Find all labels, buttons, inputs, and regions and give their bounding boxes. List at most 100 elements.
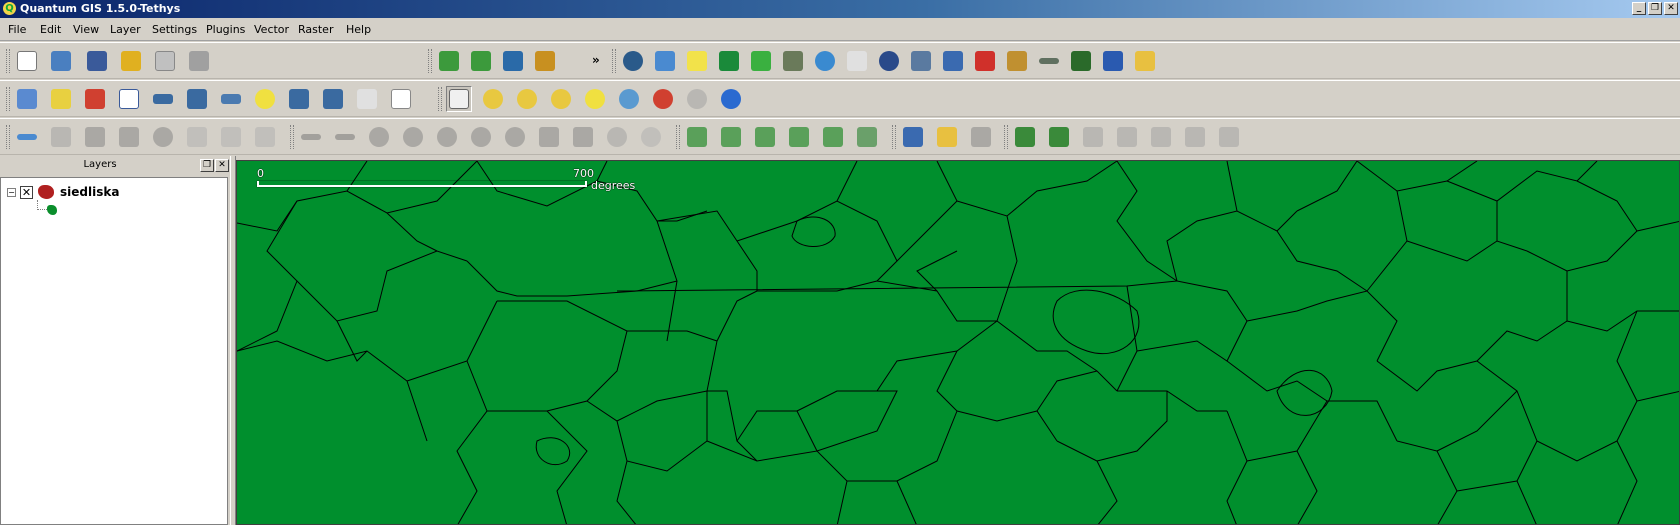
print-composer-button[interactable] bbox=[152, 48, 178, 74]
refresh-button[interactable] bbox=[718, 86, 744, 112]
toolbar-grip[interactable] bbox=[6, 49, 10, 73]
map-settings-button[interactable] bbox=[820, 124, 846, 150]
toolbar-grip[interactable] bbox=[290, 125, 294, 149]
node-tool-button[interactable] bbox=[116, 124, 142, 150]
remove-map-button[interactable] bbox=[786, 124, 812, 150]
grass-close-mapset-button[interactable] bbox=[968, 124, 994, 150]
3d-plugin-button[interactable] bbox=[748, 48, 774, 74]
paste-features-button[interactable] bbox=[252, 124, 278, 150]
add-part-button[interactable] bbox=[434, 124, 460, 150]
measure-area-button[interactable] bbox=[184, 86, 210, 112]
add-vector-layer-button[interactable] bbox=[436, 48, 462, 74]
attribute-table-button[interactable] bbox=[116, 86, 142, 112]
georef-map-button[interactable] bbox=[752, 124, 778, 150]
toolbar-grip[interactable] bbox=[1004, 125, 1008, 149]
screenshot-button[interactable] bbox=[1132, 48, 1158, 74]
menu-settings[interactable]: Settings bbox=[152, 23, 197, 36]
layer-row[interactable]: − ✕ siedliska bbox=[7, 184, 119, 200]
add-ring-button[interactable] bbox=[400, 124, 426, 150]
menu-edit[interactable]: Edit bbox=[40, 23, 61, 36]
delete-part-button[interactable] bbox=[502, 124, 528, 150]
scalebar-plugin-button[interactable] bbox=[652, 48, 678, 74]
grass-edit-vector-button[interactable] bbox=[1114, 124, 1140, 150]
zoom-full-button[interactable] bbox=[548, 86, 574, 112]
feature-info-button[interactable] bbox=[718, 124, 744, 150]
measure-angle-button[interactable] bbox=[218, 86, 244, 112]
north-arrow-button[interactable] bbox=[876, 48, 902, 74]
measure-line-button[interactable] bbox=[1036, 48, 1062, 74]
new-bookmark-button[interactable] bbox=[286, 86, 312, 112]
menu-plugins[interactable]: Plugins bbox=[206, 23, 245, 36]
menu-help[interactable]: Help bbox=[346, 23, 371, 36]
zoom-next-button[interactable] bbox=[684, 86, 710, 112]
menu-vector[interactable]: Vector bbox=[254, 23, 289, 36]
ftools-button[interactable] bbox=[1100, 48, 1126, 74]
delimited-text-button[interactable] bbox=[716, 48, 742, 74]
reshape-features-button[interactable] bbox=[536, 124, 562, 150]
gps-tools-button[interactable] bbox=[908, 48, 934, 74]
minimize-button[interactable]: _ bbox=[1632, 2, 1646, 15]
split-features-button[interactable] bbox=[570, 124, 596, 150]
toolbar-grip[interactable] bbox=[428, 49, 432, 73]
oracle-raster-button[interactable] bbox=[940, 48, 966, 74]
redo-button[interactable] bbox=[332, 124, 358, 150]
grass-edit-region-button[interactable] bbox=[1216, 124, 1242, 150]
zoom-out-button[interactable] bbox=[514, 86, 540, 112]
toolbar-grip[interactable] bbox=[438, 87, 442, 111]
interpolation-button[interactable] bbox=[844, 48, 870, 74]
add-raster-layer-button[interactable] bbox=[468, 48, 494, 74]
merge-features-button[interactable] bbox=[604, 124, 630, 150]
menu-raster[interactable]: Raster bbox=[298, 23, 333, 36]
map-layout-button[interactable] bbox=[854, 124, 880, 150]
layers-tree[interactable]: − ✕ siedliska bbox=[0, 177, 228, 525]
delete-ring-button[interactable] bbox=[468, 124, 494, 150]
menu-view[interactable]: View bbox=[73, 23, 99, 36]
deselect-features-button[interactable] bbox=[82, 86, 108, 112]
select-features-button[interactable] bbox=[48, 86, 74, 112]
new-project-button[interactable] bbox=[14, 48, 40, 74]
save-project-button[interactable] bbox=[84, 48, 110, 74]
cut-features-button[interactable] bbox=[184, 124, 210, 150]
toolbar-grip[interactable] bbox=[6, 87, 10, 111]
dock-close-button[interactable]: ✕ bbox=[215, 159, 229, 172]
delete-selected-button[interactable] bbox=[150, 124, 176, 150]
save-as-button[interactable] bbox=[118, 48, 144, 74]
export-pdf-button[interactable] bbox=[972, 48, 998, 74]
dock-float-button[interactable]: ❐ bbox=[200, 159, 214, 172]
add-spatialite-layer-button[interactable] bbox=[532, 48, 558, 74]
layer-name[interactable]: siedliska bbox=[60, 185, 119, 199]
grass-open-mapset-button[interactable] bbox=[900, 124, 926, 150]
save-edits-button[interactable] bbox=[48, 124, 74, 150]
add-postgis-layer-button[interactable] bbox=[500, 48, 526, 74]
restore-button[interactable]: ❐ bbox=[1648, 2, 1662, 15]
grass-new-mapset-button[interactable] bbox=[934, 124, 960, 150]
grass-tools-open-button[interactable] bbox=[1080, 124, 1106, 150]
zoom-last-button[interactable] bbox=[650, 86, 676, 112]
text-tool-button[interactable] bbox=[388, 86, 414, 112]
georeferencer-button[interactable] bbox=[780, 48, 806, 74]
grass-add-raster-button[interactable] bbox=[1046, 124, 1072, 150]
move-feature-button[interactable] bbox=[82, 124, 108, 150]
menu-layer[interactable]: Layer bbox=[110, 23, 141, 36]
menu-file[interactable]: File bbox=[8, 23, 26, 36]
layer-visibility-checkbox[interactable]: ✕ bbox=[20, 185, 33, 199]
pan-map-button[interactable] bbox=[446, 86, 472, 112]
raster-terrain-button[interactable] bbox=[1004, 48, 1030, 74]
add-point-feature-button[interactable] bbox=[684, 124, 710, 150]
show-bookmarks-button[interactable] bbox=[320, 86, 346, 112]
measure-line-tool-button[interactable] bbox=[150, 86, 176, 112]
globe-plugin-button[interactable] bbox=[812, 48, 838, 74]
print-button[interactable] bbox=[186, 48, 212, 74]
text-annotation-button[interactable] bbox=[354, 86, 380, 112]
toolbar-grip[interactable] bbox=[6, 125, 10, 149]
grass-tools-button[interactable] bbox=[1068, 48, 1094, 74]
toolbar-overflow-chevron[interactable]: » bbox=[592, 53, 600, 67]
zoom-in-button[interactable] bbox=[480, 86, 506, 112]
close-button[interactable]: ✕ bbox=[1664, 2, 1678, 15]
copyright-label-button[interactable] bbox=[620, 48, 646, 74]
collapse-toggle[interactable]: − bbox=[7, 187, 16, 197]
grass-region-button[interactable] bbox=[1148, 124, 1174, 150]
zoom-to-selection-button[interactable] bbox=[582, 86, 608, 112]
dms-converter-button[interactable] bbox=[684, 48, 710, 74]
undo-button[interactable] bbox=[298, 124, 324, 150]
